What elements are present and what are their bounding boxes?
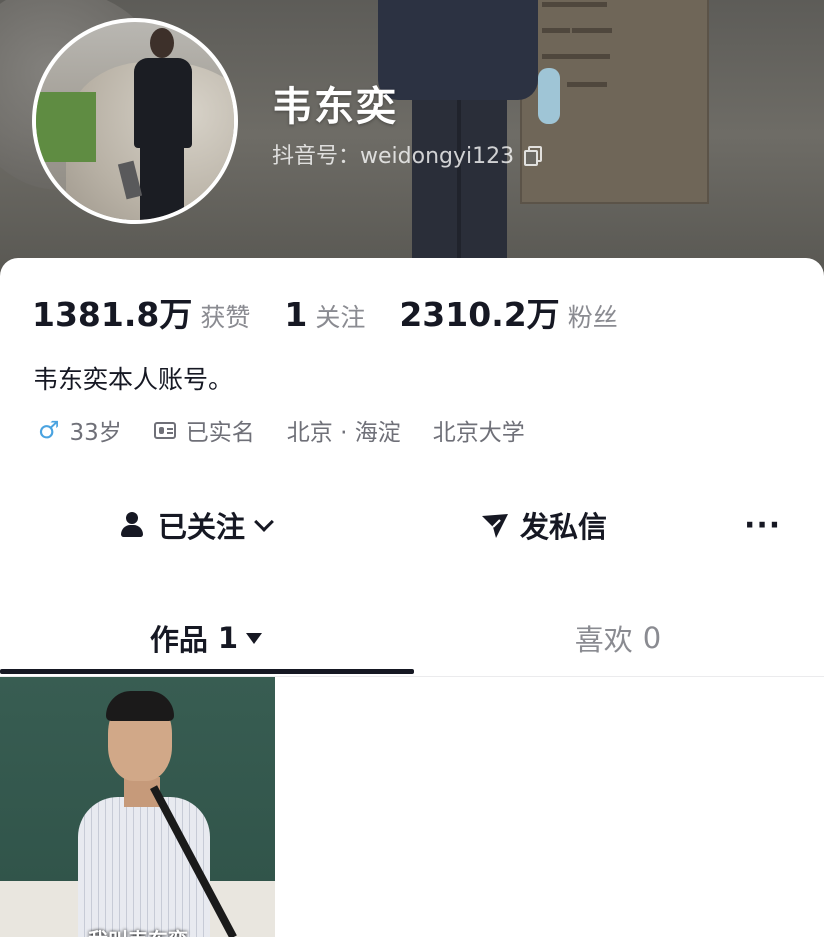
stat-following[interactable]: 1 关注	[284, 295, 365, 334]
tab-likes[interactable]: 喜欢 0	[412, 600, 824, 676]
tag-school: 北京大学	[433, 413, 525, 447]
tab-likes-count: 0	[642, 621, 662, 655]
tag-verified-text: 已实名	[185, 420, 255, 446]
send-icon	[480, 510, 510, 540]
chevron-down-icon	[254, 512, 274, 532]
stat-label: 获赞	[200, 303, 251, 332]
thumb-person-shirt	[78, 797, 210, 937]
tab-likes-label: 喜欢	[574, 623, 633, 657]
male-icon: ♂	[38, 416, 60, 444]
profile-handle: 抖音号：weidongyi123	[272, 144, 515, 169]
profile-name: 韦东奕	[272, 84, 398, 130]
tab-works-label: 作品	[149, 623, 208, 657]
video-caption: 我叫韦东奕	[88, 924, 188, 937]
stat-value: 1381.8万	[32, 295, 193, 334]
profile-card: 1381.8万 获赞 1 关注 2310.2万 粉丝 韦东奕本人账号。 ♂ 33…	[0, 258, 824, 937]
followed-button[interactable]: 已关注	[120, 490, 274, 560]
avatar-grass	[36, 92, 96, 162]
profile-bio: 韦东奕本人账号。	[33, 365, 234, 394]
content-tabs: 作品 1 喜欢 0	[0, 600, 824, 677]
cover-person-legs	[412, 100, 507, 270]
avatar-person-legs	[140, 146, 184, 220]
stat-likes[interactable]: 1381.8万 获赞	[32, 288, 250, 336]
cover-face-mask	[538, 68, 560, 124]
action-row: 已关注 发私信 ···	[0, 490, 824, 560]
tag-verified: 已实名	[153, 413, 255, 447]
send-message-button[interactable]: 发私信	[480, 490, 607, 560]
tab-works[interactable]: 作品 1	[0, 600, 412, 676]
avatar-person-head	[150, 28, 174, 58]
stats-row: 1381.8万 获赞 1 关注 2310.2万 粉丝	[32, 288, 652, 336]
follow-user-icon	[120, 510, 152, 541]
stat-value: 2310.2万	[399, 295, 560, 334]
active-tab-indicator	[0, 669, 414, 674]
profile-tags: ♂ 33岁 已实名 北京 · 海淀 北京大学	[38, 413, 557, 447]
avatar-person-body	[134, 58, 192, 148]
avatar[interactable]	[32, 18, 238, 224]
more-icon[interactable]: ···	[744, 490, 781, 560]
tag-location-text: 北京 · 海淀	[286, 420, 401, 446]
triangle-down-icon[interactable]	[246, 632, 263, 644]
stat-followers[interactable]: 2310.2万 粉丝	[399, 288, 617, 336]
tab-works-count: 1	[217, 621, 239, 655]
stat-label: 粉丝	[567, 303, 618, 332]
tag-age-text: 33岁	[69, 420, 122, 446]
copy-icon[interactable]	[524, 146, 543, 166]
thumb-person-hair	[106, 691, 174, 721]
stat-value: 1	[284, 295, 308, 334]
profile-handle-row: 抖音号：weidongyi123	[272, 138, 543, 170]
cover-person-torso	[378, 0, 538, 100]
tag-location: 北京 · 海淀	[287, 413, 401, 447]
send-message-label: 发私信	[520, 510, 608, 544]
tag-school-text: 北京大学	[432, 420, 525, 446]
followed-label: 已关注	[158, 510, 246, 544]
tag-age: ♂ 33岁	[38, 413, 122, 447]
id-card-icon	[153, 421, 176, 439]
stat-label: 关注	[315, 303, 366, 332]
video-thumbnail[interactable]: 我叫韦东奕	[0, 677, 275, 937]
